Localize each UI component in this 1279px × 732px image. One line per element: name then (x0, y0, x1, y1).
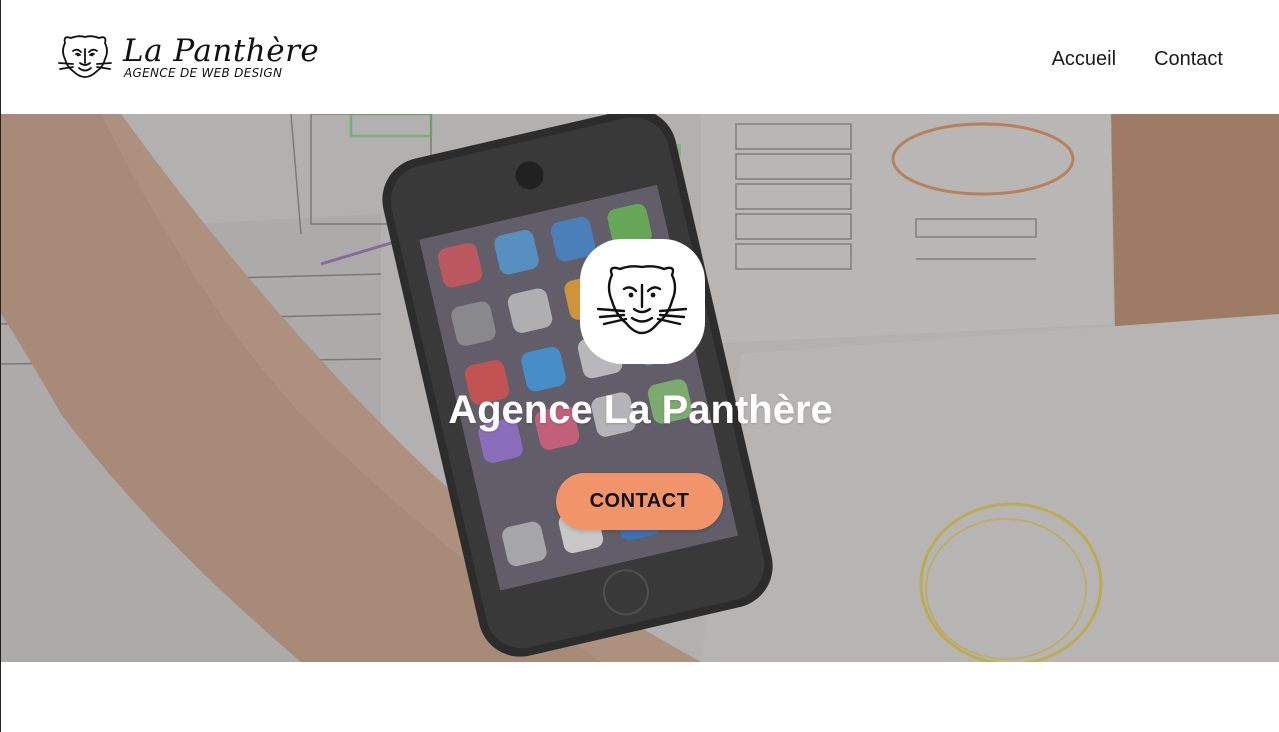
hero-emblem (580, 239, 705, 364)
brand-tagline: AGENCE DE WEB DESIGN (124, 66, 283, 80)
nav-link-accueil[interactable]: Accueil (1052, 48, 1116, 71)
brand-logo[interactable]: La Panthère AGENCE DE WEB DESIGN (57, 33, 320, 83)
panther-head-icon (58, 35, 112, 78)
brand-name: La Panthère (123, 33, 320, 69)
site-header: La Panthère AGENCE DE WEB DESIGN Accueil… (1, 0, 1279, 114)
page-below-hero (1, 662, 1279, 732)
contact-button[interactable]: CONTACT (556, 473, 723, 530)
hero-title: Agence La Panthère (448, 388, 833, 432)
hero-section: Agence La Panthère CONTACT (1, 114, 1279, 662)
nav-link-contact[interactable]: Contact (1154, 48, 1223, 71)
panther-head-icon (596, 265, 688, 335)
main-nav: Accueil Contact (1052, 48, 1223, 71)
